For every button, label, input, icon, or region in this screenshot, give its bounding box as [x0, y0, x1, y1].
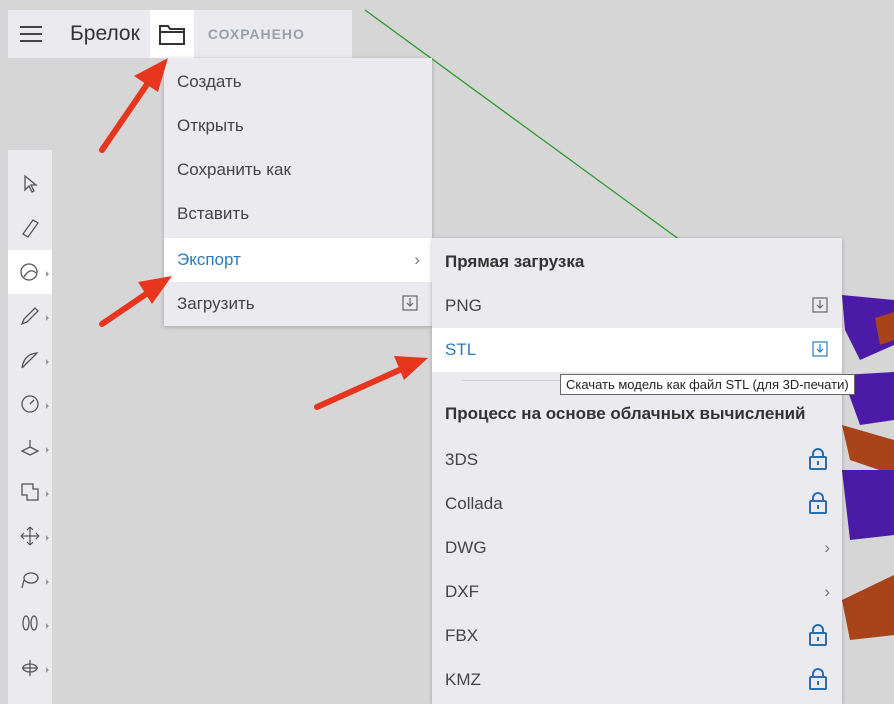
folder-icon[interactable] — [149, 10, 194, 58]
menu-item-label: Сохранить как — [177, 160, 291, 179]
hamburger-icon[interactable] — [8, 10, 54, 58]
menu-item-label: PNG — [445, 296, 482, 315]
menu-item-upload[interactable]: Загрузить — [164, 282, 432, 326]
export-png[interactable]: PNG — [432, 284, 842, 328]
menu-item-label: Загрузить — [177, 294, 255, 313]
menu-item-export[interactable]: Экспорт › — [164, 238, 432, 282]
download-icon — [812, 297, 828, 318]
eraser-icon[interactable] — [8, 206, 52, 250]
save-status: СОХРАНЕНО — [207, 26, 305, 42]
menu-item-label: Открыть — [177, 116, 244, 135]
menu-item-label: Экспорт — [177, 250, 241, 269]
lock-icon — [808, 492, 828, 519]
lock-icon — [808, 668, 828, 695]
menu-item-open[interactable]: Открыть — [164, 104, 432, 148]
model-title[interactable]: Брелок — [54, 22, 150, 46]
download-icon — [402, 295, 418, 316]
export-fbx[interactable]: FBX — [432, 614, 842, 658]
export-dxf[interactable]: DXF › — [432, 570, 842, 614]
menu-item-create[interactable]: Создать — [164, 60, 432, 104]
menu-item-label: STL — [445, 340, 477, 359]
pencil-icon[interactable] — [8, 294, 52, 338]
lock-icon — [808, 624, 828, 651]
menu-item-label: 3DS — [445, 450, 479, 469]
chevron-right-icon: › — [824, 538, 830, 557]
top-bar: Брелок СОХРАНЕНО — [8, 10, 352, 58]
arc-icon[interactable] — [8, 338, 52, 382]
viewport[interactable]: Брелок СОХРАНЕНО Создать Открыть Сохрани… — [0, 0, 894, 704]
export-3ds[interactable]: 3DS — [432, 438, 842, 482]
walk-icon[interactable] — [8, 602, 52, 646]
paint-icon[interactable] — [8, 250, 52, 294]
orbit-icon[interactable] — [8, 558, 52, 602]
menu-item-save-as[interactable]: Сохранить как — [164, 148, 432, 192]
export-dwg[interactable]: DWG › — [432, 526, 842, 570]
menu-item-label: KMZ — [445, 670, 481, 689]
download-icon — [812, 341, 828, 362]
select-icon[interactable] — [8, 162, 52, 206]
export-stl[interactable]: STL — [432, 328, 842, 372]
menu-item-label: Collada — [445, 494, 503, 513]
export-collada[interactable]: Collada — [432, 482, 842, 526]
file-menu: Создать Открыть Сохранить как Вставить Э… — [164, 58, 432, 326]
offset-icon[interactable] — [8, 470, 52, 514]
push-pull-icon[interactable] — [8, 426, 52, 470]
menu-item-label: DWG — [445, 538, 487, 557]
lock-icon — [808, 448, 828, 475]
menu-item-label: Вставить — [177, 204, 250, 223]
menu-item-label: DXF — [445, 582, 479, 601]
model-geometry — [842, 295, 894, 640]
menu-item-label: Создать — [177, 72, 242, 91]
export-submenu: Прямая загрузка PNG STL Процесс на основ… — [432, 238, 842, 704]
stl-tooltip: Скачать модель как файл STL (для 3D-печа… — [560, 374, 855, 395]
menu-item-label: FBX — [445, 626, 479, 645]
chevron-right-icon: › — [824, 582, 830, 601]
menu-item-insert[interactable]: Вставить — [164, 192, 432, 236]
direct-download-heading: Прямая загрузка — [445, 252, 585, 271]
tool-palette — [8, 150, 52, 704]
cloud-process-heading: Процесс на основе облачных вычислений — [445, 404, 806, 423]
chevron-right-icon: › — [414, 250, 420, 269]
move-icon[interactable] — [8, 514, 52, 558]
tape-measure-icon[interactable] — [8, 382, 52, 426]
section-icon[interactable] — [8, 646, 52, 690]
export-kmz[interactable]: KMZ — [432, 658, 842, 702]
